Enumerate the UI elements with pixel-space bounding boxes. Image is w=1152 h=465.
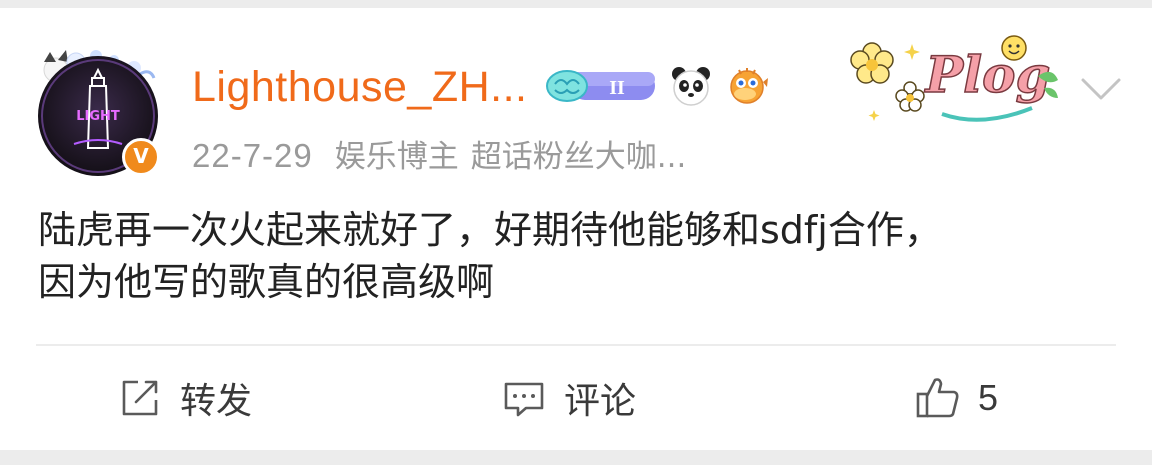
post-content-line: 陆虎再一次火起来就好了，好期待他能够和sdfj合作， (38, 208, 942, 252)
avatar[interactable]: LIGHT V (38, 44, 162, 176)
level-badge-text: II (609, 77, 625, 99)
post-content: 陆虎再一次火起来就好了，好期待他能够和sdfj合作， 因为他写的歌真的很高级啊 (38, 204, 1118, 308)
thumbs-up-icon (916, 378, 959, 418)
chevron-down-icon[interactable] (1078, 70, 1124, 110)
divider (36, 344, 1116, 346)
comment-button[interactable]: 评论 (502, 370, 636, 426)
avatar-logo-text: LIGHT (76, 109, 120, 124)
repost-button[interactable]: 转发 (118, 370, 252, 426)
author-title: 超话粉丝大咖... (470, 139, 687, 175)
verified-badge: V (122, 138, 160, 176)
panda-icon[interactable] (669, 64, 713, 108)
plog-sticker: Plog (850, 35, 1058, 122)
repost-icon (122, 380, 158, 416)
smiley-icon (1001, 35, 1027, 61)
like-button[interactable]: 5 (914, 370, 998, 426)
level-badge[interactable]: II (545, 66, 657, 106)
pufferfish-icon[interactable] (725, 64, 769, 108)
brain-icon (546, 70, 588, 102)
author-role: 娱乐博主 (334, 139, 459, 175)
comment-label: 评论 (564, 381, 637, 422)
username[interactable]: Lighthouse_ZH... (192, 63, 527, 112)
comment-icon (504, 382, 544, 417)
small-flower-icon (895, 81, 925, 112)
plog-text: Plog (924, 45, 1051, 104)
badge-row: II (545, 64, 769, 108)
post-meta: 22-7-29 娱乐博主 超话粉丝大咖... (192, 131, 686, 176)
post-content-line: 因为他写的歌真的很高级啊 (38, 260, 495, 304)
post-date: 22-7-29 (192, 137, 313, 174)
post-card: LIGHT V Lighthouse_ZH... II Plog 22-7-29… (0, 8, 1152, 450)
flower-icon (850, 42, 894, 84)
like-count: 5 (978, 377, 999, 418)
repost-label: 转发 (180, 381, 253, 422)
